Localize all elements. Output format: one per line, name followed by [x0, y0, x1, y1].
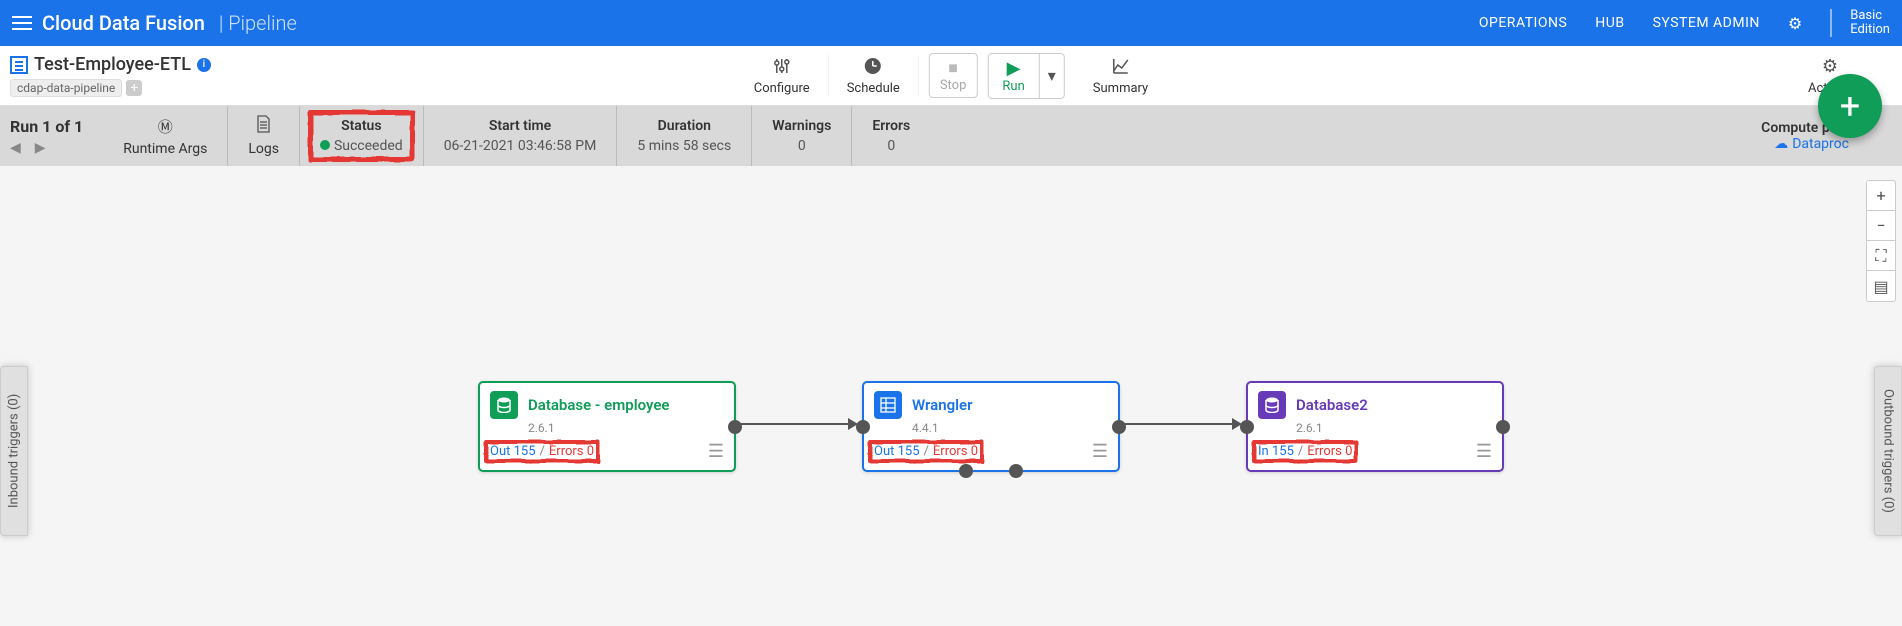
node-database2[interactable]: Database2 2.6.1 In 155/Errors 0 ☰ [1246, 381, 1504, 472]
comments-button[interactable]: ▤ [1867, 271, 1895, 301]
stop-icon: ■ [940, 58, 967, 78]
database-icon [1258, 391, 1286, 419]
nav-operations[interactable]: OPERATIONS [1479, 15, 1567, 31]
node-menu-icon[interactable]: ☰ [708, 441, 724, 462]
gear-icon: ⚙ [1822, 56, 1838, 77]
output-port[interactable] [1496, 420, 1510, 434]
args-icon: Ⓜ [158, 116, 173, 137]
run-pager: ◀ ▶ [10, 140, 46, 156]
stop-button[interactable]: ■ Stop [929, 53, 978, 98]
configure-button[interactable]: Configure [736, 55, 829, 96]
pipeline-canvas[interactable]: + − ⛶ ▤ Inbound triggers (0) Outbound tr… [0, 166, 1902, 626]
alert-port[interactable] [959, 464, 973, 478]
connector-line [1120, 423, 1235, 425]
run-status-bar: Run 1 of 1 ◀ ▶ Ⓜ Runtime Args Logs Statu… [0, 106, 1902, 166]
chart-icon [1112, 55, 1130, 77]
nav-hub[interactable]: HUB [1595, 15, 1624, 31]
top-navbar: Cloud Data Fusion | Pipeline OPERATIONS … [0, 0, 1902, 46]
file-icon [256, 115, 271, 137]
add-tag-button[interactable]: + [126, 80, 142, 96]
input-port[interactable] [856, 420, 870, 434]
brand-subtitle: | Pipeline [219, 11, 297, 35]
output-port[interactable] [728, 420, 742, 434]
node-menu-icon[interactable]: ☰ [1092, 441, 1108, 462]
warnings-cell: Warnings 0 [752, 106, 852, 166]
menu-icon[interactable] [12, 16, 32, 30]
sliders-icon [773, 55, 791, 77]
next-run-button[interactable]: ▶ [35, 140, 46, 156]
clock-icon [864, 55, 882, 77]
duration-cell: Duration 5 mins 58 secs [617, 106, 752, 166]
inbound-triggers-tab[interactable]: Inbound triggers (0) [0, 366, 28, 536]
fit-screen-button[interactable]: ⛶ [1867, 241, 1895, 271]
connector-line [736, 423, 851, 425]
run-button[interactable]: ▶ Run [988, 54, 1039, 98]
zoom-controls: + − ⛶ ▤ [1866, 180, 1896, 302]
info-icon[interactable]: i [197, 58, 211, 72]
pipeline-toolbar: Test-Employee-ETL i cdap-data-pipeline +… [0, 46, 1902, 106]
error-port[interactable] [1009, 464, 1023, 478]
wrangler-icon [874, 391, 902, 419]
start-time-cell: Start time 06-21-2021 03:46:58 PM [424, 106, 618, 166]
schedule-button[interactable]: Schedule [829, 55, 919, 96]
status-dot-icon [320, 140, 330, 150]
run-dropdown-button[interactable]: ▾ [1040, 54, 1064, 98]
pipeline-logo-icon [10, 56, 28, 74]
run-counter: Run 1 of 1 [10, 117, 83, 136]
add-fab-button[interactable]: + [1818, 74, 1882, 138]
nav-system-admin[interactable]: SYSTEM ADMIN [1653, 15, 1760, 31]
node-stats: In 155/Errors 0 [1258, 444, 1352, 459]
node-stats: Out 155/Errors 0 [874, 444, 978, 459]
cloud-icon: ☁ [1774, 136, 1788, 152]
logs-button[interactable]: Logs [228, 106, 300, 166]
node-menu-icon[interactable]: ☰ [1476, 441, 1492, 462]
node-database-employee[interactable]: Database - employee 2.6.1 Out 155/Errors… [478, 381, 736, 472]
runtime-args-button[interactable]: Ⓜ Runtime Args [103, 106, 228, 166]
brand-title: Cloud Data Fusion [42, 11, 205, 35]
prev-run-button[interactable]: ◀ [10, 140, 21, 156]
pipeline-title: Test-Employee-ETL [34, 54, 191, 75]
outbound-triggers-tab[interactable]: Outbound triggers (0) [1874, 366, 1902, 536]
edition-badge: Basic Edition [1830, 9, 1890, 38]
node-wrangler[interactable]: Wrangler 4.4.1 Out 155/Errors 0 ☰ [862, 381, 1120, 472]
errors-cell: Errors 0 [852, 106, 930, 166]
pipeline-tag[interactable]: cdap-data-pipeline [10, 79, 122, 97]
settings-icon[interactable]: ⚙ [1788, 14, 1802, 33]
summary-button[interactable]: Summary [1075, 55, 1166, 96]
status-cell: Status Succeeded [300, 106, 424, 166]
input-port[interactable] [1240, 420, 1254, 434]
zoom-in-button[interactable]: + [1867, 181, 1895, 211]
zoom-out-button[interactable]: − [1867, 211, 1895, 241]
node-stats: Out 155/Errors 0 [490, 444, 594, 459]
database-icon [490, 391, 518, 419]
play-icon: ▶ [1007, 58, 1021, 79]
output-port[interactable] [1112, 420, 1126, 434]
run-button-group: ▶ Run ▾ [987, 53, 1064, 99]
